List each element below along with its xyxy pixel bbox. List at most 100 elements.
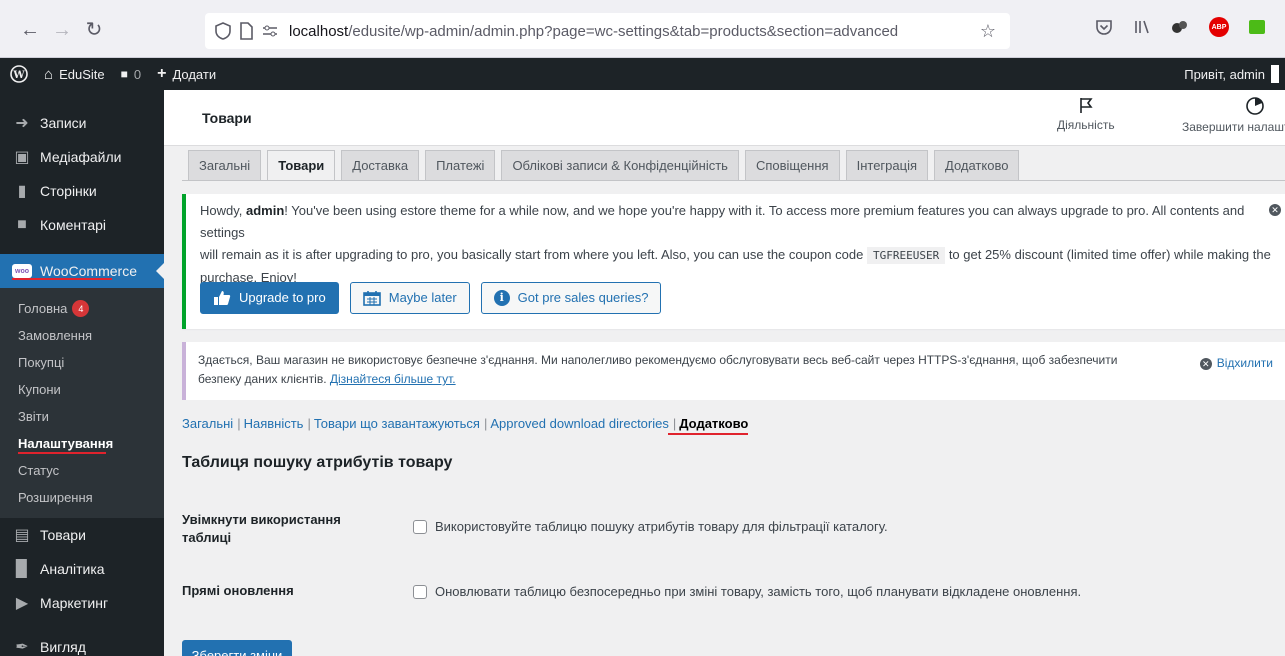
section-link-approved-directories[interactable]: Approved download directories [490,416,669,431]
submenu-home[interactable]: Головна 4 [0,295,164,322]
save-changes-button[interactable]: Зберегти зміни [182,640,292,656]
submenu-extensions[interactable]: Розширення [0,484,164,511]
menu-label: Вигляд [40,639,86,655]
annotation-underline [18,452,106,454]
browser-toolbar: ← → ↻ localhost/edusite/wp-admin/admin.p… [0,0,1285,58]
forward-icon[interactable]: → [52,20,72,40]
settings-tabs: Загальні Товари Доставка Платежі Обліков… [188,150,1020,181]
shield-icon[interactable] [215,22,231,40]
url-bar[interactable]: localhost/edusite/wp-admin/admin.php?pag… [205,13,1010,49]
menu-label: Аналітика [40,561,105,577]
separator: | [483,416,488,431]
button-label: Got pre sales queries? [517,290,649,305]
tab-accounts-privacy[interactable]: Облікові записи & Конфіденційність [501,150,739,181]
tab-products[interactable]: Товари [267,150,336,181]
page-icon[interactable] [239,22,253,40]
learn-more-link[interactable]: Дізнайтеся більше тут. [330,372,456,386]
info-icon: i [493,290,510,306]
section-link-inventory[interactable]: Наявність [244,416,304,431]
submenu-coupons[interactable]: Купони [0,376,164,403]
page-title: Товари [202,110,252,126]
bar-chart-icon: ▉ [15,561,29,578]
thumbs-up-icon [214,291,231,305]
menu-analytics[interactable]: ▉ Аналітика [0,552,164,586]
direct-updates-label: Прямі оновлення [182,583,294,598]
submenu-label: Покупці [18,355,65,370]
submenu-label: Звіти [18,409,49,424]
comments-link[interactable]: ■ 0 [113,67,149,82]
submenu-label: Розширення [18,490,93,505]
menu-marketing[interactable]: ▶ Маркетинг [0,586,164,620]
section-link-downloadable[interactable]: Товари що завантажуються [314,416,480,431]
menu-posts[interactable]: ➜ Записи [0,106,164,140]
comment-icon: ■ [17,216,27,233]
tab-advanced[interactable]: Додатково [934,150,1020,181]
comment-bubble-icon: ■ [120,67,128,81]
notification-badge: 4 [72,300,90,317]
add-new-link[interactable]: + Додати [149,65,224,83]
tab-general[interactable]: Загальні [188,150,262,181]
submenu-status[interactable]: Статус [0,457,164,484]
tab-emails[interactable]: Сповіщення [744,150,840,181]
notice-username: admin [246,203,285,218]
annotation-underline [668,433,748,435]
media-icon: ▣ [14,149,30,166]
https-notice-text: Здається, Ваш магазин не використовує бе… [198,353,1118,367]
menu-appearance[interactable]: ✒ Вигляд [0,630,164,656]
dismiss-https-notice-button[interactable]: ✕ Відхилити [1199,354,1273,373]
library-icon[interactable] [1133,18,1151,36]
submenu-orders[interactable]: Замовлення [0,322,164,349]
close-icon[interactable]: ✕ [1269,204,1281,216]
extension-puzzle-icon[interactable] [1171,18,1189,36]
green-extension-icon[interactable] [1249,20,1265,34]
bookmark-star-icon[interactable]: ☆ [980,21,996,42]
section-links: Загальні | Наявність | Товари що завантажу… [182,416,748,431]
pocket-icon[interactable] [1095,18,1113,36]
svg-text:W: W [12,70,25,81]
tab-integration[interactable]: Інтеграція [845,150,928,181]
menu-comments[interactable]: ■ Коментарі [0,208,164,242]
direct-updates-field: Оновлювати таблицю безпосередньо при змі… [413,584,1081,599]
finish-setup-button[interactable]: Завершити налаштування [1182,96,1285,134]
reload-icon[interactable]: ↻ [84,20,104,40]
tab-payments[interactable]: Платежі [425,150,496,181]
back-icon[interactable]: ← [20,20,40,40]
menu-media[interactable]: ▣ Медіафайли [0,140,164,174]
https-notice-text: безпеку даних клієнтів. [198,372,330,386]
woocommerce-submenu: Головна 4 Замовлення Покупці Купони Звіти… [0,288,164,518]
submenu-label: Налаштування [18,436,114,451]
direct-updates-checkbox[interactable] [413,584,427,599]
menu-label: WooCommerce [40,263,137,279]
notice-line-2: will remain as it is after upgrading to … [200,244,1273,267]
section-link-advanced[interactable]: Додатково [679,416,748,431]
my-account[interactable]: Привіт, admin [1184,58,1279,90]
upgrade-to-pro-button[interactable]: Upgrade to pro [200,282,339,314]
tab-shipping[interactable]: Доставка [341,150,420,181]
enable-table-field: Використовуйте таблицю пошуку атрибутів … [413,519,888,534]
add-new-label: Додати [172,66,217,82]
separator: | [237,416,241,431]
menu-products[interactable]: ▤ Товари [0,518,164,552]
menu-label: Записи [40,115,87,131]
permissions-icon[interactable] [261,22,279,40]
close-circle-icon: ✕ [1199,357,1212,370]
annotation-underline [12,278,112,280]
menu-pages[interactable]: ▮ Сторінки [0,174,164,208]
site-name-link[interactable]: ⌂ EduSite [36,66,113,83]
current-arrow-icon [156,263,164,279]
section-link-general[interactable]: Загальні [182,416,233,431]
paintbrush-icon: ✒ [15,639,29,656]
maybe-later-button[interactable]: Maybe later [349,282,470,314]
pre-sales-queries-button[interactable]: i Got pre sales queries? [480,282,662,314]
submenu-label: Статус [18,463,60,478]
activity-button[interactable]: Діяльність [1057,96,1115,132]
notice-text: ! You've been using estore theme for a w… [200,203,1245,240]
menu-woocommerce[interactable]: woo WooCommerce [0,254,164,288]
submenu-customers[interactable]: Покупці [0,349,164,376]
adblock-icon[interactable]: ABP [1209,17,1229,37]
enable-table-checkbox[interactable] [413,519,427,534]
wp-logo-icon[interactable]: W [0,65,36,83]
separator: | [307,416,311,431]
avatar [1271,65,1279,83]
submenu-reports[interactable]: Звіти [0,403,164,430]
